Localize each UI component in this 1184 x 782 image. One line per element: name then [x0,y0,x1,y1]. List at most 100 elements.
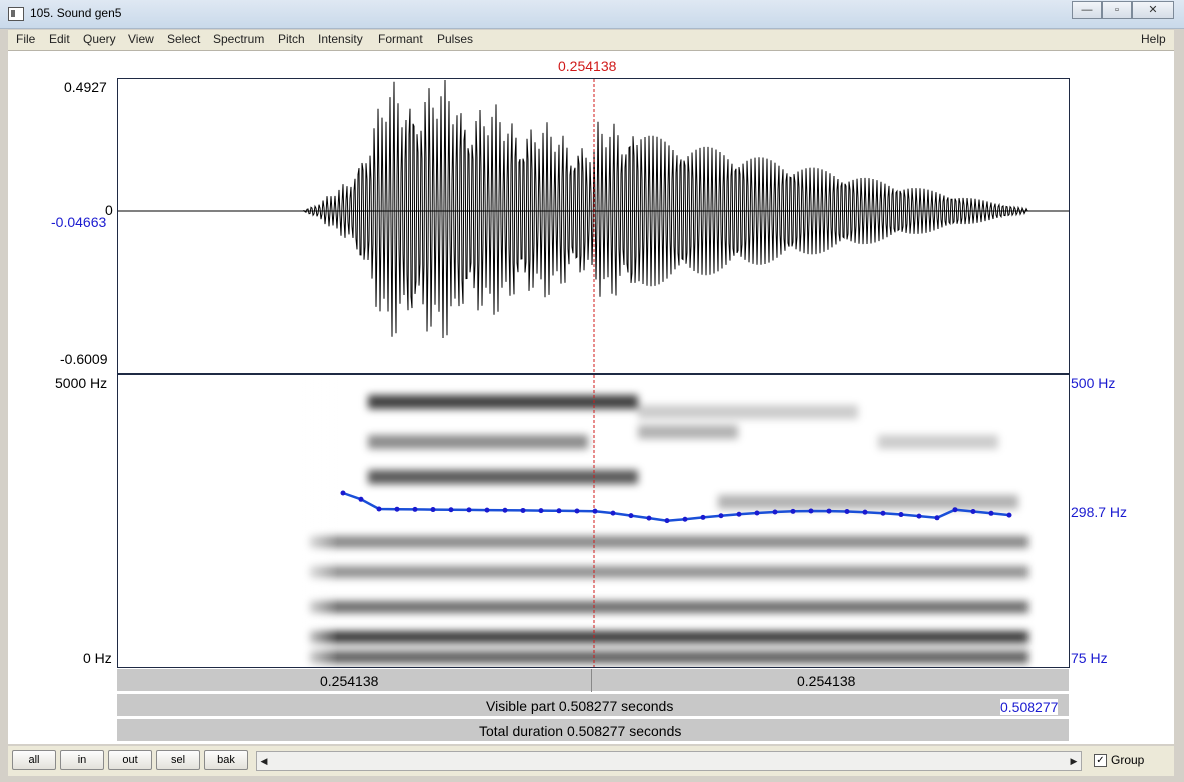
visible-part-label: Visible part 0.508277 seconds [486,698,674,714]
spectrogram-striation [749,525,751,665]
spectrogram-striation [350,525,352,665]
horizontal-scrollbar[interactable]: ◀ ▶ [256,751,1082,771]
spectrogram-striation [889,525,891,665]
spectrogram-fmin-label: 0 Hz [83,650,112,666]
group-checkbox[interactable]: ✓ [1094,754,1107,767]
spectrogram-striation [707,525,709,665]
spectrogram-band [308,650,1028,664]
window-title: 105. Sound gen5 [30,6,122,20]
restore-button[interactable]: ▫ [1102,1,1132,19]
spectrogram-striation [588,525,590,665]
pitch-point [736,511,742,517]
spectrogram-striation [987,525,989,665]
spectrogram-striation [721,525,723,665]
menu-view[interactable]: View [128,32,154,46]
spectrogram-striation [833,525,835,665]
menu-help[interactable]: Help [1141,32,1166,46]
zoom-in-button[interactable]: in [60,750,104,770]
spectrogram-band [308,565,1028,579]
pitch-point [916,513,922,519]
spectrogram-striation [812,525,814,665]
pitch-min-label: 75 Hz [1071,650,1108,666]
spectrogram-striation [840,525,842,665]
spectrogram-striation [609,525,611,665]
spectrogram-striation [434,525,436,665]
pitch-point [880,510,886,516]
title-bar[interactable]: 105. Sound gen5 — ▫ ✕ [0,0,1184,29]
praat-sound-editor-window: 105. Sound gen5 — ▫ ✕ File Edit Query Vi… [0,0,1184,782]
waveform-min-label: -0.6009 [60,351,108,367]
pitch-point [988,510,994,516]
all-button[interactable]: all [12,750,56,770]
spectrogram-striation [959,525,961,665]
spectrogram-striation [567,525,569,665]
menu-intensity[interactable]: Intensity [318,32,363,46]
total-duration-band[interactable]: Total duration 0.508277 seconds [117,719,1069,742]
spectrogram-band [308,630,1028,644]
spectrogram-striation [427,525,429,665]
spectrogram-striation [448,525,450,665]
spectrogram-striation [560,525,562,665]
menu-pulses[interactable]: Pulses [437,32,473,46]
pitch-point [574,508,580,514]
menu-pitch[interactable]: Pitch [278,32,305,46]
spectrogram-striation [441,525,443,665]
selection-time-band[interactable]: 0.254138 0.254138 [117,669,1069,692]
spectrogram-striation [546,525,548,665]
spectrogram-striation [637,525,639,665]
visible-part-band[interactable]: Visible part 0.508277 seconds [117,694,1069,717]
spectrogram-striation [553,525,555,665]
menu-file[interactable]: File [16,32,35,46]
pitch-point [664,518,670,524]
spectrogram-striation [644,525,646,665]
waveform-svg [118,79,1069,373]
pitch-point [1006,512,1012,518]
pitch-point [844,508,850,514]
pitch-point [898,512,904,518]
spectrogram-striation [385,525,387,665]
spectrogram-striation [420,525,422,665]
menu-bar: File Edit Query View Select Spectrum Pit… [8,30,1174,51]
pitch-point [808,508,814,514]
spectrogram-band [368,470,638,484]
right-part-time: 0.254138 [797,673,856,689]
spectrogram-fmax-label: 5000 Hz [55,375,108,391]
spectrogram-striation [595,525,597,665]
spectrogram-striation [462,525,464,665]
menu-query[interactable]: Query [83,32,116,46]
waveform-panel[interactable] [117,78,1070,374]
spectrogram-striation [763,525,765,665]
close-button[interactable]: ✕ [1132,1,1174,19]
menu-edit[interactable]: Edit [49,32,70,46]
zoom-selection-button[interactable]: sel [156,750,200,770]
group-label: Group [1111,753,1145,767]
spectrogram-striation [742,525,744,665]
menu-spectrum[interactable]: Spectrum [213,32,264,46]
pitch-point [682,516,688,522]
minimize-button[interactable]: — [1072,1,1102,19]
spectrogram-panel[interactable] [117,374,1070,668]
editor-area: 0.254138 0.4927 0 -0.04663 -0.6009 5000 … [8,51,1174,744]
spectrogram-striation [770,525,772,665]
zoom-out-button[interactable]: out [108,750,152,770]
menu-select[interactable]: Select [167,32,200,46]
spectrogram-striation [532,525,534,665]
spectrogram-onset-fade [298,375,338,667]
spectrogram-striation [679,525,681,665]
spectrogram-striation [903,525,905,665]
spectrogram-striation [924,525,926,665]
app-icon [8,7,24,21]
pitch-point [430,507,436,513]
menu-formant[interactable]: Formant [378,32,423,46]
zoom-back-button[interactable]: bak [204,750,248,770]
spectrogram-band [368,395,638,409]
spectrogram-striation [343,525,345,665]
pitch-point [520,507,526,513]
spectrogram-striation [931,525,933,665]
spectrogram-striation [938,525,940,665]
scroll-right-arrow-icon[interactable]: ▶ [1067,752,1081,770]
spectrogram-striation [847,525,849,665]
pitch-point [934,515,940,521]
spectrogram-striation [875,525,877,665]
scroll-left-arrow-icon[interactable]: ◀ [257,752,271,770]
